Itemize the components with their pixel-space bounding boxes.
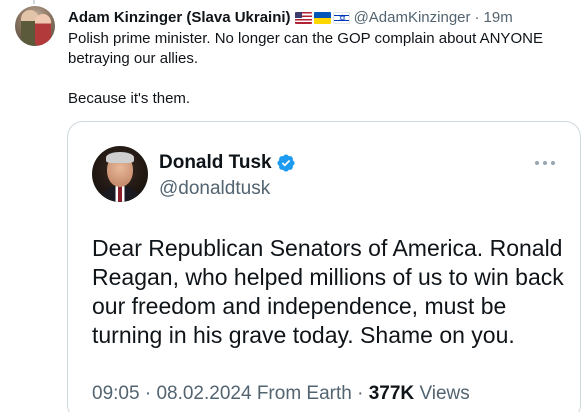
meta-separator-1: ·: [144, 383, 152, 404]
tweet-time[interactable]: 19m: [484, 8, 513, 28]
views-label: Views: [419, 383, 470, 404]
tweet-header: Adam Kinzinger (Slava Ukraini) @AdamKinz…: [68, 8, 513, 28]
header-separator: ·: [474, 9, 480, 26]
quoted-tweet-text: Dear Republican Senators of America. Ron…: [92, 235, 564, 348]
quoted-author-name[interactable]: Donald Tusk: [159, 151, 272, 175]
quoted-author-handle[interactable]: @donaldtusk: [159, 177, 270, 201]
views-count: 377K: [368, 383, 415, 404]
avatar-suit: [98, 186, 142, 202]
author-avatar[interactable]: [15, 6, 55, 46]
quoted-tweet-meta: 09:05 · 08.02.2024 From Earth · 377K Vie…: [92, 382, 470, 406]
avatar-person-right: [35, 14, 51, 46]
quoted-tweet-card[interactable]: Donald Tusk @donaldtusk Dear Republican …: [67, 121, 581, 412]
israel-flag-icon: [332, 11, 350, 25]
quoted-author-avatar[interactable]: [92, 146, 148, 202]
avatar-hair: [106, 152, 134, 163]
quoted-name-row: Donald Tusk: [159, 151, 296, 175]
tweet-text-line2: Because it's them.: [68, 90, 191, 107]
verified-badge-icon: [277, 154, 295, 172]
tweet-text: Polish prime minister. No longer can the…: [68, 29, 573, 109]
author-name[interactable]: Adam Kinzinger (Slava Ukraini): [68, 8, 291, 28]
ukraine-flag-icon: [313, 12, 331, 24]
quoted-time[interactable]: 09:05: [92, 383, 140, 404]
author-handle[interactable]: @AdamKinzinger: [354, 8, 471, 28]
more-options-icon[interactable]: [535, 160, 555, 166]
us-flag-icon: [294, 12, 312, 24]
quoted-location: From Earth: [256, 383, 352, 404]
tweet[interactable]: Adam Kinzinger (Slava Ukraini) @AdamKinz…: [0, 0, 585, 412]
quoted-date[interactable]: 08.02.2024: [156, 383, 251, 404]
tweet-text-line1: Polish prime minister. No longer can the…: [68, 30, 543, 67]
thread-line: [33, 0, 35, 4]
meta-separator-2: ·: [357, 383, 364, 404]
author-flags: [294, 11, 350, 25]
